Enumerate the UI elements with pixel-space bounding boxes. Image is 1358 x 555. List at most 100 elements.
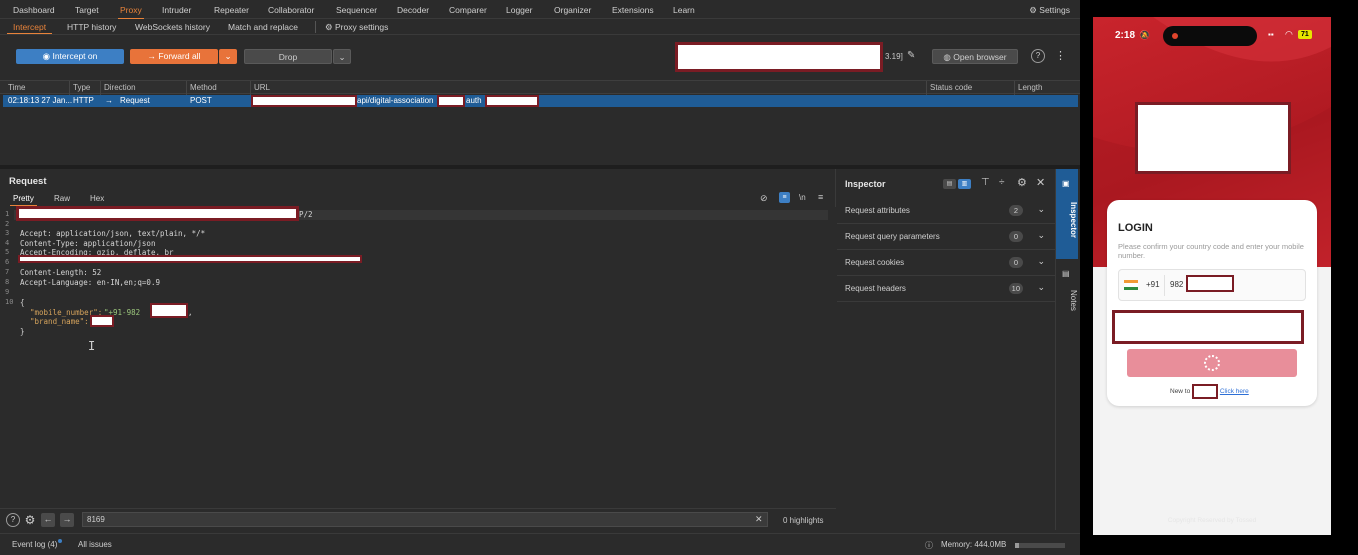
tab-http-history[interactable]: HTTP history <box>67 22 116 32</box>
number-prefix: 982 <box>1170 280 1184 289</box>
more-options-icon[interactable]: ⋮ <box>1055 49 1066 62</box>
request-editor[interactable]: 1 2 3 4 5 6 7 8 9 10 P/2 Accept: applica… <box>0 206 836 503</box>
tab-repeater[interactable]: Repeater <box>214 5 249 15</box>
info-icon: ⓘ <box>925 541 933 550</box>
drop-dropdown-button[interactable]: ⌄ <box>333 49 351 64</box>
line-number: 8 <box>5 278 10 286</box>
hide-icon[interactable]: ⊘ <box>760 193 768 204</box>
help-icon[interactable]: ? <box>6 513 20 527</box>
forward-dropdown-button[interactable]: ⌄ <box>219 49 237 64</box>
tab-learn[interactable]: Learn <box>673 5 695 15</box>
column-method[interactable]: Method <box>190 83 217 92</box>
menu-icon[interactable]: ≡ <box>818 192 823 202</box>
tab-proxy[interactable]: Proxy <box>118 5 144 19</box>
row-url-path: api/digital-association <box>357 96 434 105</box>
tab-comparer[interactable]: Comparer <box>449 5 487 15</box>
drop-button[interactable]: Drop <box>244 49 332 64</box>
inspector-row-cookies[interactable]: Request cookies 0 ⌄ <box>837 250 1055 276</box>
align-top-icon[interactable]: ⊤ <box>981 177 990 188</box>
close-icon[interactable]: ✕ <box>1036 176 1045 189</box>
row-label: Request query parameters <box>845 232 940 241</box>
intercept-label: Intercept on <box>52 51 98 61</box>
split-icon[interactable]: ÷ <box>999 177 1005 188</box>
redacted-logo <box>1135 102 1291 174</box>
column-divider <box>1014 81 1015 95</box>
column-url[interactable]: URL <box>254 83 270 92</box>
tab-pretty[interactable]: Pretty <box>10 194 37 206</box>
wifi-icon: ◠ <box>1285 29 1293 39</box>
newline-icon[interactable]: \n <box>799 193 806 202</box>
column-direction[interactable]: Direction <box>104 83 136 92</box>
text-cursor-icon: I <box>88 339 96 353</box>
gear-icon[interactable]: ⚙ <box>23 513 37 527</box>
forward-all-button[interactable]: → Forward all <box>130 49 218 64</box>
tab-hex[interactable]: Hex <box>90 194 104 203</box>
arrow-left-icon[interactable]: ← <box>41 513 55 527</box>
proxy-settings-button[interactable]: ⚙ Proxy settings <box>325 22 388 33</box>
login-submit-button[interactable] <box>1127 349 1297 377</box>
help-icon[interactable]: ? <box>1031 49 1045 63</box>
inspector-row-query-parameters[interactable]: Request query parameters 0 ⌄ <box>837 224 1055 250</box>
edit-icon[interactable]: ✎ <box>907 50 915 61</box>
click-here-link[interactable]: Click here <box>1220 388 1249 395</box>
tab-intruder[interactable]: Intruder <box>162 5 191 15</box>
column-status-code[interactable]: Status code <box>930 83 972 92</box>
column-type[interactable]: Type <box>73 83 90 92</box>
inspector-title: Inspector <box>845 179 886 189</box>
tab-websockets-history[interactable]: WebSockets history <box>135 22 210 32</box>
redacted-mobile-number <box>1186 275 1234 292</box>
tab-logger[interactable]: Logger <box>506 5 532 15</box>
count-badge: 0 <box>1009 231 1023 242</box>
arrow-right-icon[interactable]: → <box>60 513 74 527</box>
recording-indicator-icon <box>1172 33 1178 39</box>
tab-dashboard[interactable]: Dashboard <box>13 5 55 15</box>
clear-search-icon[interactable]: ✕ <box>755 514 763 525</box>
tab-intercept[interactable]: Intercept <box>6 22 53 34</box>
intercept-toggle-button[interactable]: ◉ Intercept on <box>16 49 124 64</box>
inspector-row-request-headers[interactable]: Request headers 10 ⌄ <box>837 276 1055 302</box>
row-url-end: auth <box>466 96 482 105</box>
tab-sequencer[interactable]: Sequencer <box>336 5 377 15</box>
tab-match-and-replace[interactable]: Match and replace <box>228 22 298 32</box>
open-browser-button[interactable]: ◍ Open browser <box>932 49 1018 64</box>
redacted-request-line <box>16 206 299 221</box>
all-issues-link[interactable]: All issues <box>78 540 112 549</box>
proxy-settings-label: Proxy settings <box>335 22 389 32</box>
tab-collaborator[interactable]: Collaborator <box>268 5 314 15</box>
dynamic-island <box>1163 26 1257 46</box>
request-title: Request <box>9 176 47 187</box>
event-log-link[interactable]: Event log (4) <box>12 540 57 549</box>
column-time[interactable]: Time <box>8 83 25 92</box>
search-input[interactable] <box>82 512 768 527</box>
settings-button[interactable]: ⚙ Settings <box>1029 5 1070 16</box>
line-number: 6 <box>5 258 10 266</box>
layout-vertical-icon[interactable]: ▤ <box>943 179 956 189</box>
tab-target[interactable]: Target <box>75 5 99 15</box>
inspector-row-request-attributes[interactable]: Request attributes 2 ⌄ <box>837 198 1055 224</box>
india-flag-icon <box>1124 280 1138 290</box>
count-badge: 2 <box>1009 205 1023 216</box>
json-close-brace: } <box>20 327 25 336</box>
tab-organizer[interactable]: Organizer <box>554 5 591 15</box>
loading-spinner-icon <box>1204 355 1220 371</box>
chevron-down-icon: ⌄ <box>1037 230 1045 240</box>
side-tab-notes[interactable]: ▤ Notes <box>1056 264 1078 324</box>
status-bar: Event log (4) All issues ⓘ Memory: 444.0… <box>0 533 1080 555</box>
tab-decoder[interactable]: Decoder <box>397 5 429 15</box>
json-open-brace: { <box>20 298 25 307</box>
line-number: 1 <box>5 210 10 218</box>
wrap-toggle-icon[interactable]: ≡ <box>779 192 790 203</box>
mobile-number-field[interactable]: +91 982 <box>1118 269 1306 301</box>
chevron-down-icon: ⌄ <box>338 52 346 62</box>
count-badge: 0 <box>1009 257 1023 268</box>
layout-horizontal-icon[interactable]: ▥ <box>958 179 971 189</box>
gear-icon[interactable]: ⚙ <box>1017 176 1027 189</box>
redacted-host-box <box>675 42 883 72</box>
side-tab-inspector[interactable]: ▣ Inspector <box>1056 169 1078 259</box>
column-length[interactable]: Length <box>1018 83 1042 92</box>
tab-raw[interactable]: Raw <box>54 194 70 203</box>
highlights-count: 0 highlights <box>783 516 824 525</box>
table-row[interactable]: 02:18:13 27 Jan... HTTP → Request POST a… <box>3 95 1078 107</box>
country-code[interactable]: +91 <box>1146 280 1160 289</box>
tab-extensions[interactable]: Extensions <box>612 5 654 15</box>
